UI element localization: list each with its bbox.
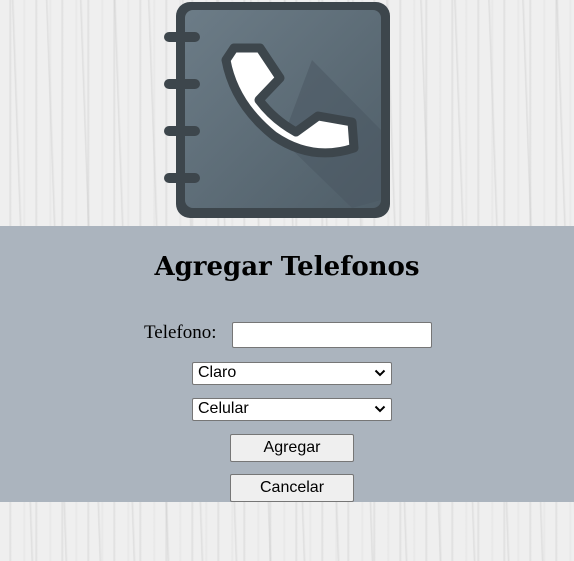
operator-select[interactable]: Claro [192, 362, 392, 385]
header-logo-area [0, 0, 574, 226]
phone-type-select-value: Celular [198, 400, 249, 417]
phone-input[interactable] [232, 322, 432, 348]
chevron-down-icon [374, 405, 386, 413]
add-phone-form-panel: Agregar Telefonos Telefono: Claro Celula… [0, 226, 574, 502]
chevron-down-icon [374, 369, 386, 377]
phone-type-select[interactable]: Celular [192, 398, 392, 421]
cancel-button[interactable]: Cancelar [230, 474, 354, 502]
phone-book-icon [164, 2, 390, 218]
add-button[interactable]: Agregar [230, 434, 354, 462]
page-title: Agregar Telefonos [154, 252, 420, 282]
operator-select-value: Claro [198, 364, 237, 381]
phone-label: Telefono: [144, 322, 217, 343]
